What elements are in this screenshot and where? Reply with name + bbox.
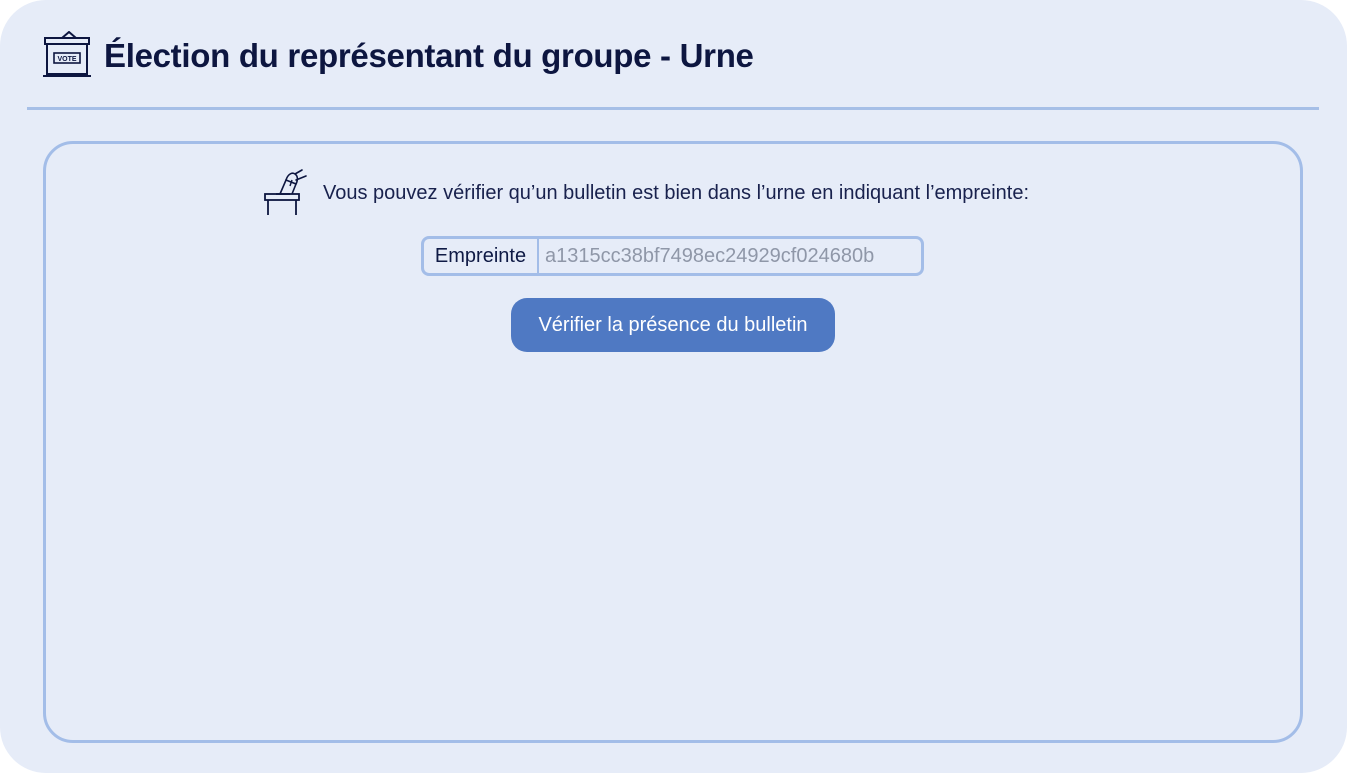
fingerprint-input-group: Empreinte bbox=[421, 236, 924, 276]
verification-instructions: Vous pouvez vérifier qu’un bulletin est … bbox=[323, 181, 1030, 204]
hand-voting-icon bbox=[264, 169, 307, 215]
page-header: VOTE Élection du représentant du groupe … bbox=[0, 0, 1347, 110]
fingerprint-label: Empreinte bbox=[424, 239, 539, 273]
page-title: Élection du représentant du groupe - Urn… bbox=[104, 37, 754, 74]
verification-instructions-row: Vous pouvez vérifier qu’un bulletin est … bbox=[262, 165, 1029, 217]
app-window: VOTE Élection du représentant du groupe … bbox=[0, 0, 1347, 773]
ballot-box-icon-label: VOTE bbox=[57, 56, 76, 63]
verify-ballot-button[interactable]: Vérifier la présence du bulletin bbox=[511, 298, 835, 352]
ballot-box-icon: VOTE bbox=[43, 31, 91, 77]
verification-panel bbox=[43, 141, 1303, 743]
fingerprint-input[interactable] bbox=[539, 239, 921, 273]
header-divider bbox=[27, 107, 1319, 110]
